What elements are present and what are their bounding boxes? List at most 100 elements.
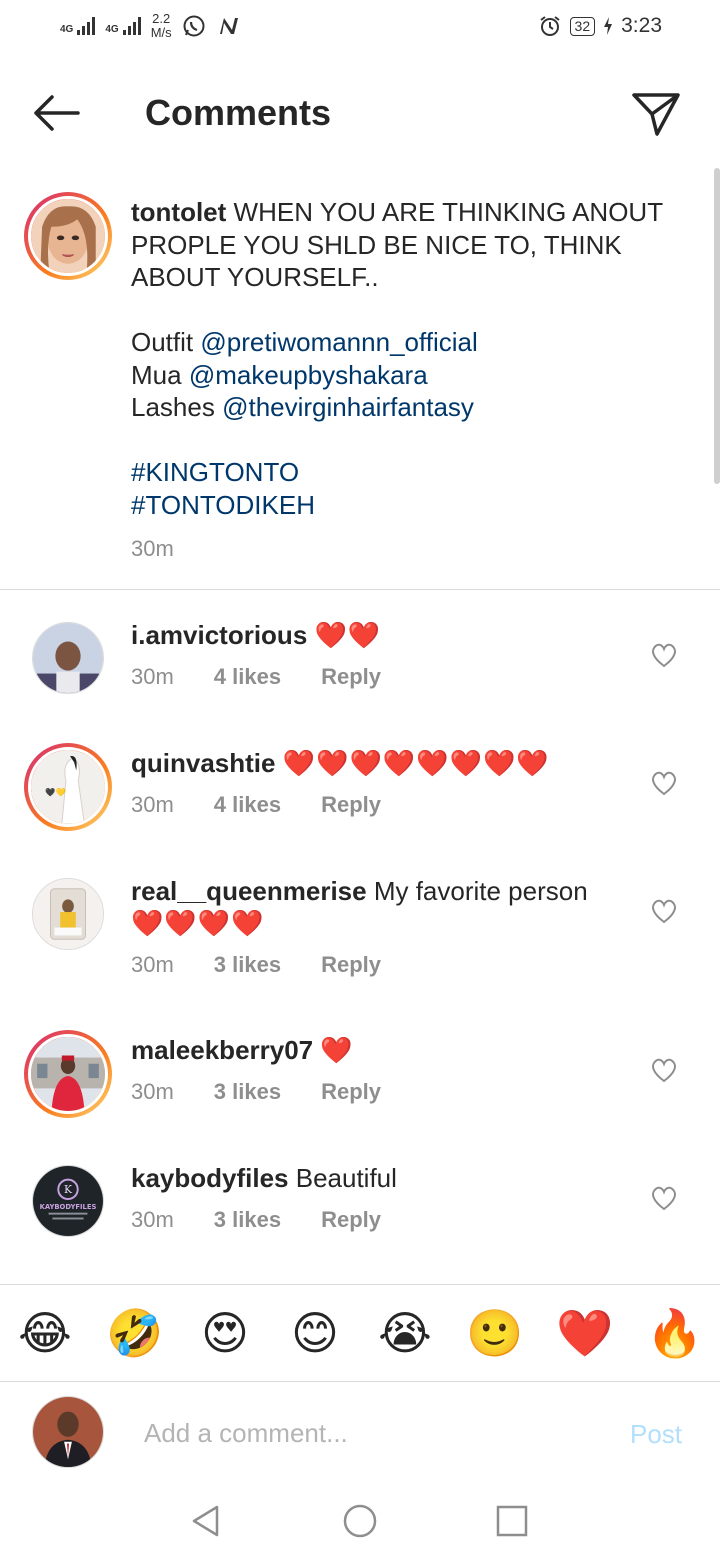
- avatar[interactable]: [32, 878, 104, 950]
- svg-text:K: K: [64, 1183, 73, 1196]
- mua-label: Mua: [131, 359, 189, 390]
- reply-button[interactable]: Reply: [321, 1076, 381, 1108]
- avatar-photo: K KAYBODYFILES: [33, 1166, 103, 1236]
- avatar[interactable]: [32, 622, 104, 694]
- network-type-label: 4G: [60, 24, 74, 35]
- signal-1: 4G: [60, 17, 96, 35]
- reply-button[interactable]: Reply: [321, 1204, 381, 1236]
- signal-2: 4G: [105, 17, 141, 35]
- comment-time: 30m: [131, 1207, 174, 1232]
- back-button[interactable]: [28, 88, 84, 138]
- mention-link[interactable]: @makeupbyshakara: [189, 360, 428, 390]
- caption-username[interactable]: tontolet: [131, 197, 226, 227]
- reply-button[interactable]: Reply: [321, 949, 381, 981]
- comment-username[interactable]: real__queenmerise: [131, 876, 367, 906]
- comment-likes[interactable]: 3 likes: [214, 949, 281, 981]
- network-speed-unit: M/s: [150, 25, 172, 40]
- comment-time: 30m: [131, 1079, 174, 1104]
- like-button[interactable]: [650, 642, 678, 668]
- share-button[interactable]: [628, 86, 684, 142]
- like-button[interactable]: [650, 898, 678, 924]
- avatar-photo: [33, 879, 103, 949]
- avatar-photo: [31, 1037, 105, 1111]
- comment-username[interactable]: kaybodyfiles: [131, 1163, 289, 1193]
- avatar[interactable]: [24, 1030, 112, 1118]
- avatar[interactable]: 🖤💛: [24, 743, 112, 831]
- triangle-back-icon: [192, 1505, 219, 1537]
- current-user-avatar[interactable]: [32, 1396, 104, 1468]
- heart-outline-icon: [652, 643, 676, 668]
- caption-first-paragraph: tontolet WHEN YOU ARE THINKING ANOUT PRO…: [131, 196, 691, 294]
- system-nav-bar: [0, 1483, 720, 1560]
- emoji-fire-button[interactable]: 🔥: [645, 1305, 705, 1361]
- alarm-icon: [539, 16, 560, 36]
- hashtag-link[interactable]: #KINGTONTO: [131, 456, 691, 489]
- nav-recents-button[interactable]: [492, 1501, 532, 1541]
- lashes-label: Lashes: [131, 392, 223, 422]
- reply-button[interactable]: Reply: [321, 661, 381, 693]
- comment-likes[interactable]: 4 likes: [214, 661, 281, 693]
- emoji-heart-eyes-button[interactable]: 😍: [195, 1305, 255, 1361]
- status-bar: 4G 4G 2.2 M/s 32 3:23: [0, 0, 720, 56]
- kaybodyfiles-logo-text: KAYBODYFILES: [40, 1203, 97, 1211]
- comment-body: quinvashtie ❤️❤️❤️❤️❤️❤️❤️❤️ 30m 4 likes…: [131, 747, 621, 821]
- charging-icon: [604, 17, 613, 35]
- page-title: Comments: [145, 92, 332, 133]
- avatar-photo: [33, 623, 103, 693]
- comment-username[interactable]: i.amvictorious: [131, 620, 307, 650]
- post-caption: tontolet WHEN YOU ARE THINKING ANOUT PRO…: [0, 190, 720, 590]
- battery-indicator: 32: [569, 16, 596, 36]
- avatar[interactable]: K KAYBODYFILES: [32, 1165, 104, 1237]
- comment-time: 30m: [131, 792, 174, 817]
- comment-time: 30m: [131, 952, 174, 977]
- avatar-photo: [33, 1397, 103, 1467]
- emoji-slight-smile-button[interactable]: 🙂: [465, 1305, 525, 1361]
- heart-outline-icon: [652, 899, 676, 924]
- network-type-label: 4G: [105, 24, 119, 35]
- like-button[interactable]: [650, 1057, 678, 1083]
- hashtag-link[interactable]: #TONTODIKEH: [131, 489, 691, 522]
- comment-username[interactable]: maleekberry07: [131, 1035, 313, 1065]
- like-button[interactable]: [650, 770, 678, 796]
- n-app-icon: [219, 18, 238, 34]
- heart-outline-icon: [652, 771, 676, 796]
- caption-lashes-line: Lashes @thevirginhairfantasy: [131, 391, 691, 424]
- comment-input[interactable]: [144, 1413, 604, 1453]
- caption-mua-line: Mua @makeupbyshakara: [131, 359, 691, 392]
- signal-bars-icon: [77, 17, 96, 35]
- emoji-crying-button[interactable]: 😭: [375, 1305, 435, 1361]
- post-button[interactable]: Post: [630, 1419, 682, 1450]
- caption-outfit-line: Outfit @pretiwomannn_official: [131, 326, 691, 359]
- reply-button[interactable]: Reply: [321, 789, 381, 821]
- back-arrow-icon: [34, 95, 80, 131]
- comment-text: My favorite person: [366, 876, 588, 906]
- comment-body: maleekberry07 ❤️ 30m 3 likes Reply: [131, 1034, 621, 1108]
- emoji-rofl-button[interactable]: 🤣: [105, 1305, 165, 1361]
- avatar-photo: [31, 199, 105, 273]
- like-button[interactable]: [650, 1185, 678, 1211]
- comment-likes[interactable]: 3 likes: [214, 1076, 281, 1108]
- comment-username[interactable]: quinvashtie: [131, 748, 275, 778]
- emoji-joy-button[interactable]: 😂: [15, 1305, 75, 1361]
- comment-meta: 30m 3 likes Reply: [131, 949, 621, 981]
- clock: 3:23: [621, 14, 662, 37]
- comment-likes[interactable]: 3 likes: [214, 1204, 281, 1236]
- nav-home-button[interactable]: [340, 1501, 380, 1541]
- comment-likes[interactable]: 4 likes: [214, 789, 281, 821]
- outfit-label: Outfit: [131, 327, 201, 357]
- square-recents-icon: [496, 1505, 528, 1537]
- mention-link[interactable]: @thevirginhairfantasy: [222, 392, 474, 422]
- circle-home-icon: [343, 1504, 377, 1538]
- heart-outline-icon: [652, 1186, 676, 1211]
- caption-text: tontolet WHEN YOU ARE THINKING ANOUT PRO…: [131, 196, 691, 566]
- comment-emoji: ❤️❤️❤️❤️❤️❤️❤️❤️: [282, 748, 550, 778]
- emoji-heart-button[interactable]: ❤️: [555, 1305, 615, 1361]
- emoji-quick-bar: 😂 🤣 😍 😊 😭 🙂 ❤️ 🔥: [0, 1284, 720, 1382]
- paper-plane-icon: [632, 93, 680, 136]
- emoji-smile-button[interactable]: 😊: [285, 1305, 345, 1361]
- comment-meta: 30m 3 likes Reply: [131, 1076, 621, 1108]
- avatar[interactable]: [24, 192, 112, 280]
- nav-back-button[interactable]: [186, 1501, 226, 1541]
- svg-text:🖤💛: 🖤💛: [45, 787, 66, 797]
- mention-link[interactable]: @pretiwomannn_official: [200, 327, 477, 357]
